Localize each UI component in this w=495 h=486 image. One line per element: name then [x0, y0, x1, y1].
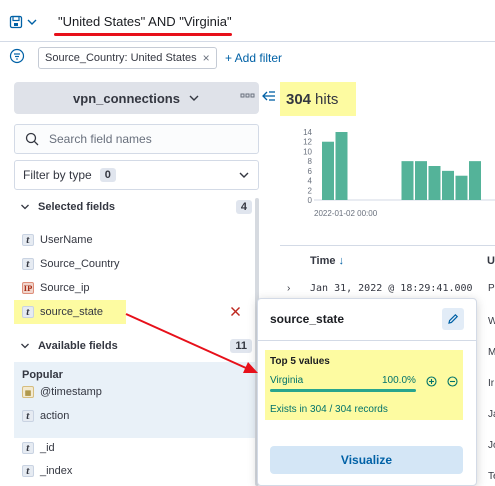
annotation-arrow	[125, 313, 258, 373]
